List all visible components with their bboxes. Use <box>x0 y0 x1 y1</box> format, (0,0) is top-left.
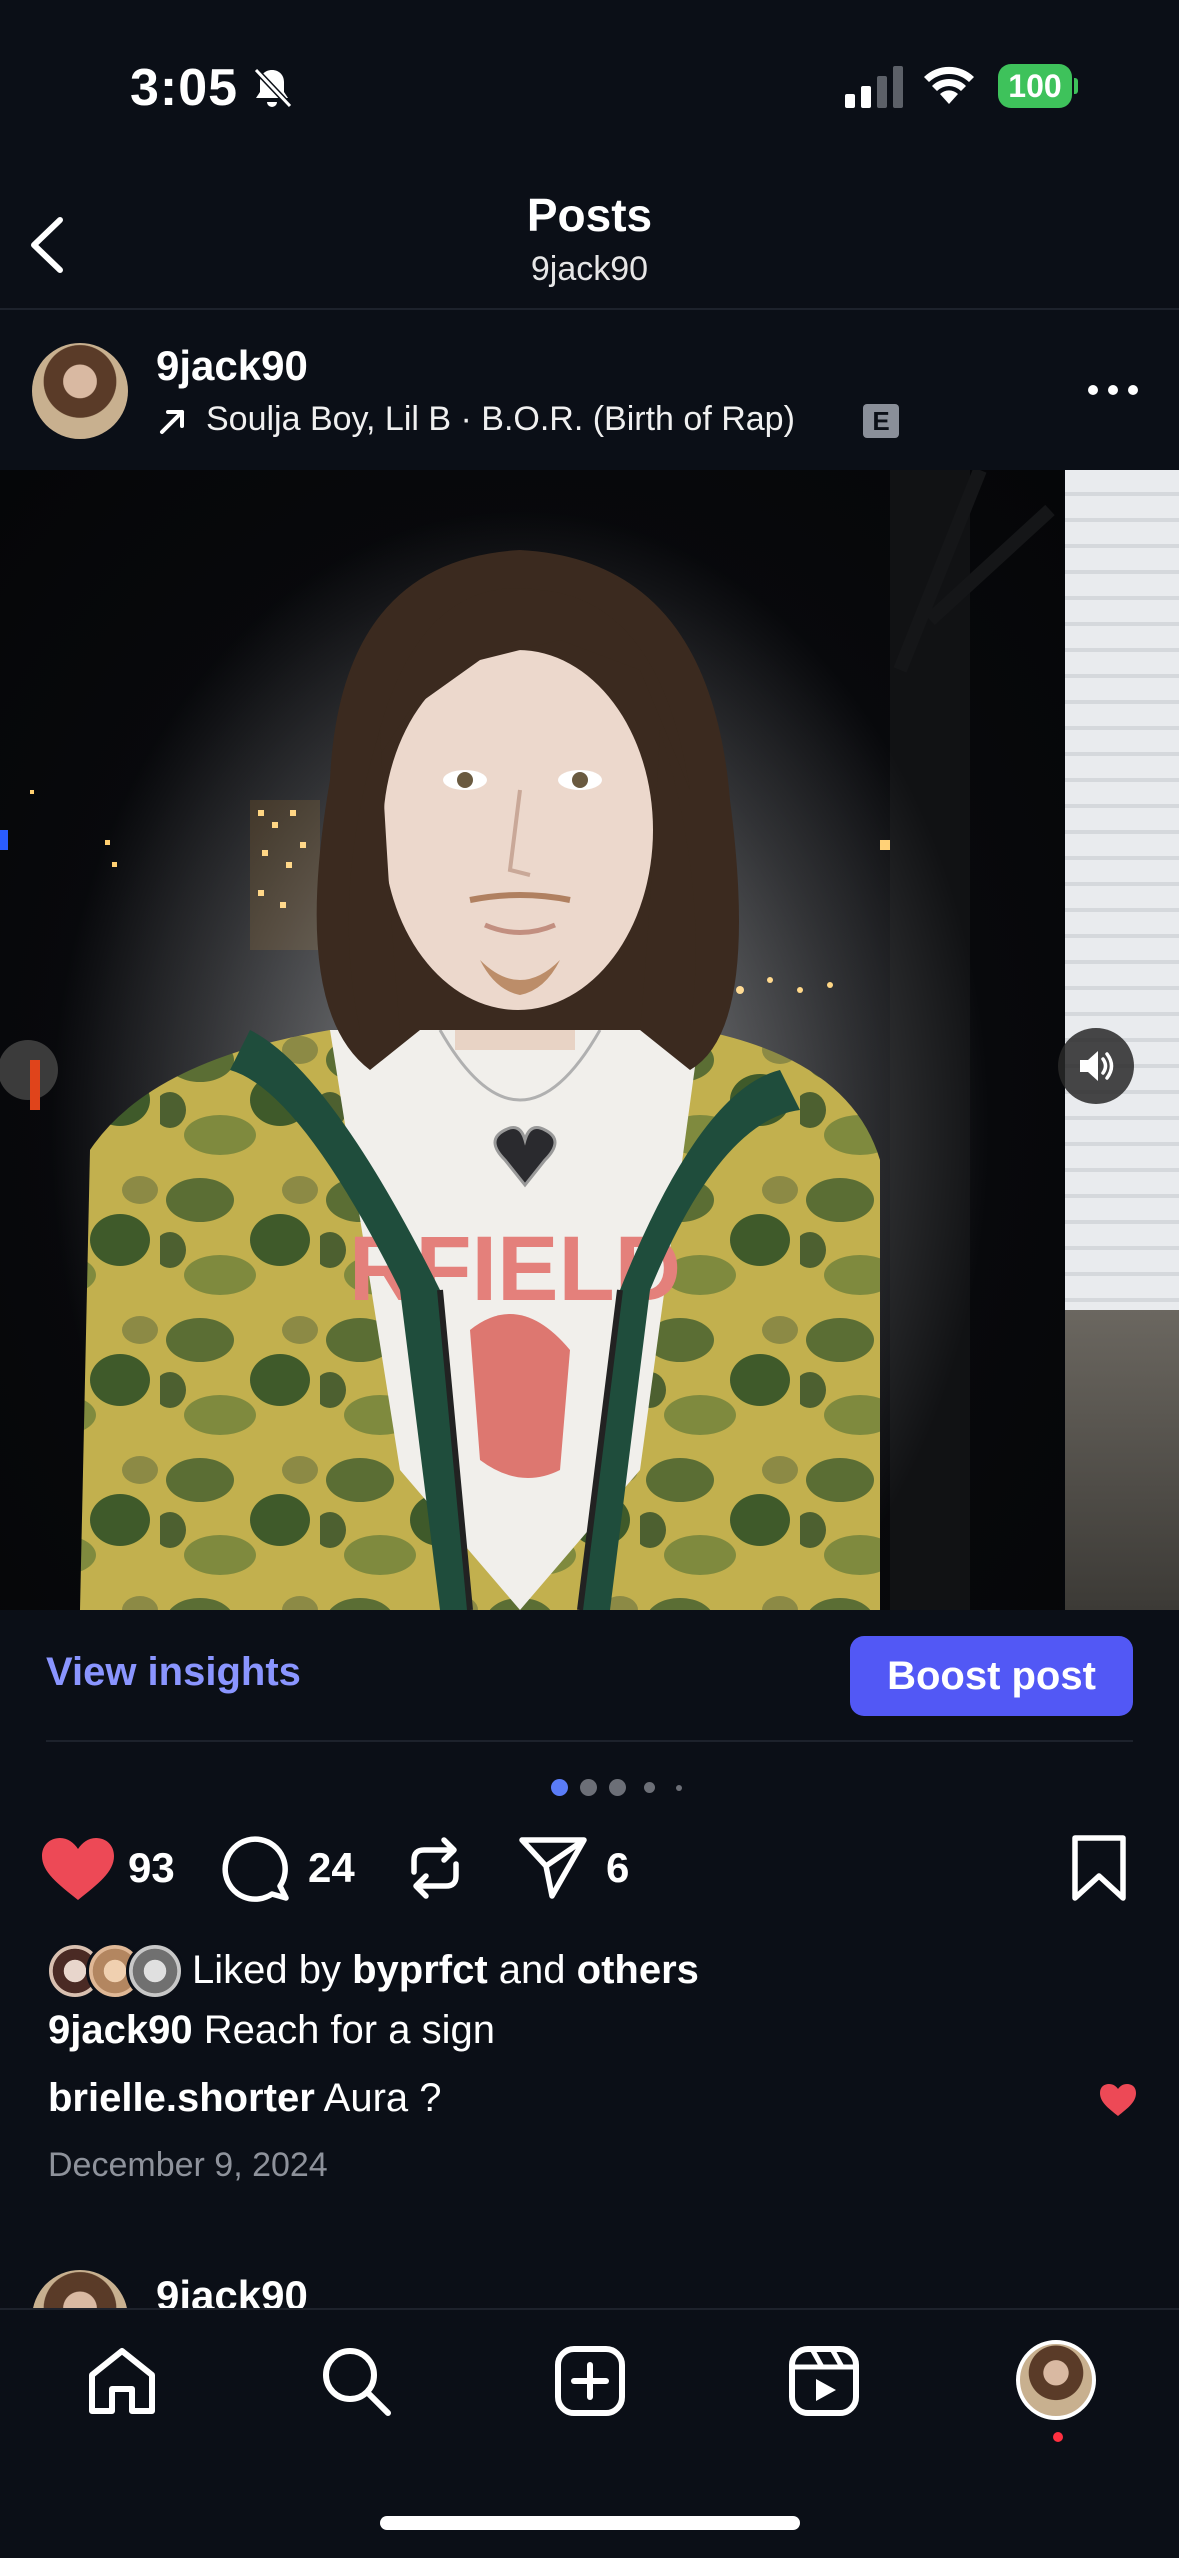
comment-icon[interactable] <box>222 1834 290 1902</box>
liked-by-others[interactable]: others <box>577 1948 699 1992</box>
home-indicator[interactable] <box>380 2516 800 2530</box>
liker-avatar[interactable] <box>126 1942 184 2000</box>
post-author-avatar[interactable] <box>32 343 128 439</box>
carousel-dot <box>676 1785 682 1791</box>
like-count[interactable]: 93 <box>128 1844 175 1892</box>
repost-icon[interactable] <box>402 1834 468 1902</box>
liked-by-user[interactable]: byprfct <box>352 1948 488 1992</box>
post-media-carousel[interactable]: RFIELD <box>0 470 1179 1610</box>
insights-divider <box>46 1740 1133 1742</box>
wifi-icon <box>924 66 974 104</box>
top-comment[interactable]: brielle.shorter Aura ? <box>48 2076 442 2121</box>
carousel-dot <box>580 1779 597 1796</box>
explicit-badge: E <box>863 404 899 438</box>
post-username[interactable]: 9jack90 <box>156 342 308 390</box>
heart-filled-icon[interactable] <box>40 1836 116 1902</box>
battery-indicator: 100 <box>998 64 1078 108</box>
boost-post-button[interactable]: Boost post <box>850 1636 1133 1716</box>
bell-muted-icon <box>253 67 293 109</box>
liked-by-text[interactable]: Liked by byprfct and others <box>192 1948 699 1993</box>
page-subtitle: 9jack90 <box>530 250 649 288</box>
share-paper-plane-icon[interactable] <box>518 1834 588 1900</box>
carousel-dot <box>609 1779 626 1796</box>
profile-tab-avatar[interactable] <box>1016 2340 1096 2420</box>
view-insights-link[interactable]: View insights <box>46 1650 301 1695</box>
post-date: December 9, 2024 <box>48 2146 328 2184</box>
battery-level: 100 <box>998 64 1072 108</box>
create-post-icon[interactable] <box>552 2343 628 2419</box>
share-count[interactable]: 6 <box>606 1844 629 1892</box>
carousel-dot <box>644 1782 655 1793</box>
next-photo-ground <box>1065 1310 1179 1610</box>
more-options-icon[interactable] <box>1085 380 1141 400</box>
status-time: 3:05 <box>130 59 239 117</box>
search-icon[interactable] <box>318 2343 394 2419</box>
notification-dot <box>1053 2432 1063 2442</box>
music-arrow-icon <box>160 410 184 434</box>
volume-button[interactable] <box>1058 1028 1134 1104</box>
page-title: Posts <box>526 189 653 241</box>
bookmark-icon[interactable] <box>1070 1834 1128 1902</box>
post-caption: 9jack90 Reach for a sign <box>48 2008 495 2052</box>
cellular-signal-icon <box>845 66 903 108</box>
comment-username[interactable]: brielle.shorter <box>48 2076 315 2120</box>
caption-username[interactable]: 9jack90 <box>48 2008 193 2052</box>
reels-icon[interactable] <box>786 2343 862 2419</box>
post-photo: RFIELD <box>0 470 1063 1610</box>
comment-like-heart-icon[interactable] <box>1098 2082 1138 2118</box>
comment-count[interactable]: 24 <box>308 1844 355 1892</box>
carousel-dot-active <box>551 1779 568 1796</box>
speaker-icon <box>1080 1051 1114 1081</box>
home-icon[interactable] <box>84 2343 160 2419</box>
header-divider <box>0 308 1179 310</box>
music-attribution[interactable]: Soulja Boy, Lil B · B.O.R. (Birth of Rap… <box>206 400 795 439</box>
